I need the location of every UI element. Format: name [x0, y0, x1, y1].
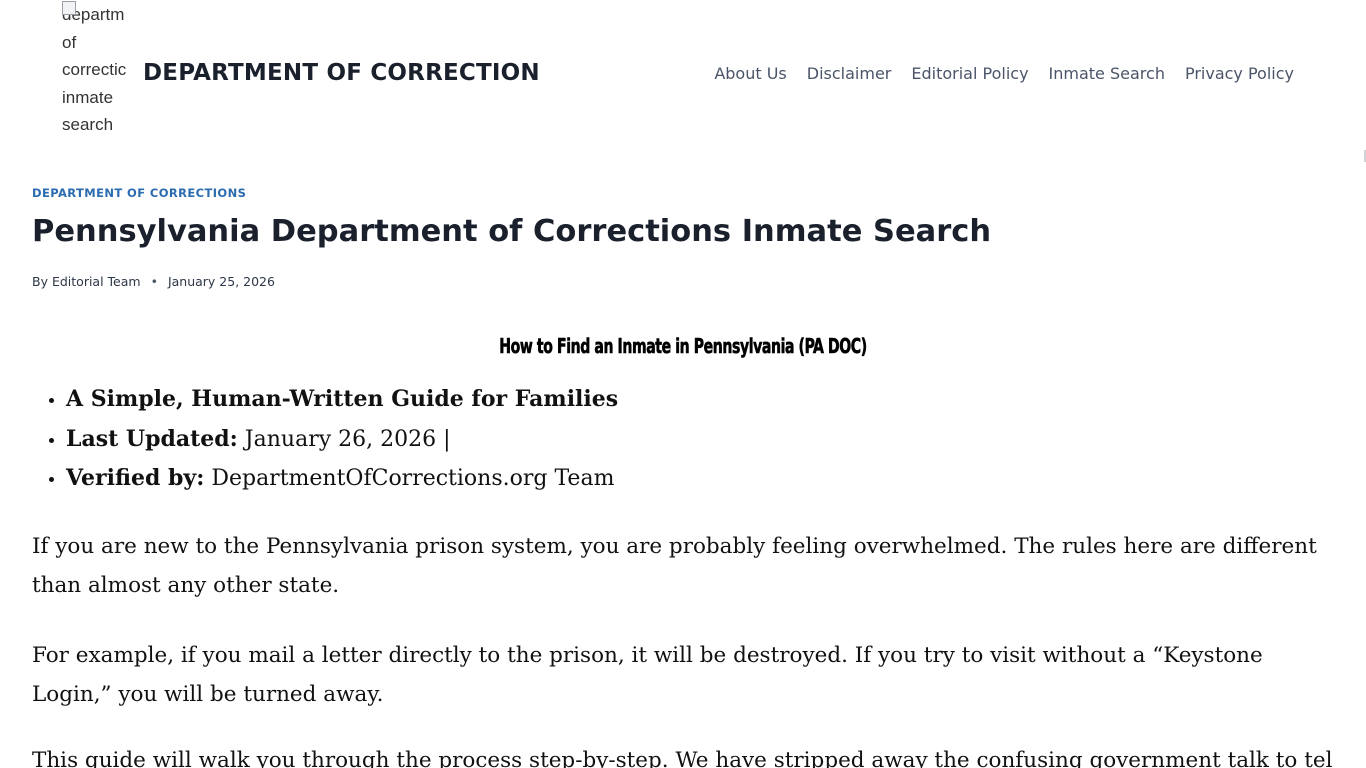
nav-privacy-policy[interactable]: Privacy Policy — [1185, 64, 1294, 83]
list-item-text: DepartmentOfCorrections.org Team — [204, 466, 615, 491]
logo-alt-line: search — [62, 115, 114, 134]
site-logo[interactable]: departm of correctic inmate search — [62, 1, 128, 139]
publish-date: January 25, 2026 — [167, 274, 275, 289]
meta-separator: • — [150, 274, 158, 289]
site-title-link[interactable]: DEPARTMENT OF CORRECTION — [143, 60, 540, 86]
body-paragraph: For example, if you mail a letter direct… — [32, 643, 1263, 707]
logo-alt-line: inmate — [62, 87, 114, 107]
list-item: A Simple, Human-Written Guide for Famili… — [66, 380, 618, 420]
list-item: Verified by: DepartmentOfCorrections.org… — [66, 459, 618, 499]
author-link[interactable]: Editorial Team — [52, 274, 141, 289]
list-item-text: January 26, 2026 | — [237, 426, 451, 452]
body-paragraph: This guide will walk you through the pro… — [32, 748, 1332, 768]
site-header: departm of correctic inmate search DEPAR… — [0, 0, 1366, 160]
list-item: Last Updated: January 26, 2026 | — [66, 420, 618, 460]
logo-alt-line: of — [62, 32, 77, 52]
article-title: Pennsylvania Department of Corrections I… — [32, 214, 992, 249]
info-list: A Simple, Human-Written Guide for Famili… — [66, 380, 618, 499]
list-item-bold: A Simple, Human-Written Guide for Famili… — [66, 386, 619, 412]
nav-about-us[interactable]: About Us — [714, 64, 786, 83]
nav-inmate-search[interactable]: Inmate Search — [1049, 64, 1165, 83]
body-paragraph: If you are new to the Pennsylvania priso… — [32, 534, 1317, 598]
guide-heading: How to Find an Inmate in Pennsylvania (P… — [499, 334, 867, 359]
category-link[interactable]: DEPARTMENT OF CORRECTIONS — [32, 186, 246, 200]
article-meta: By Editorial Team • January 25, 2026 — [32, 274, 275, 289]
primary-navigation: About Us Disclaimer Editorial Policy Inm… — [714, 64, 1294, 83]
broken-image-icon — [62, 1, 76, 15]
nav-disclaimer[interactable]: Disclaimer — [807, 64, 892, 83]
nav-editorial-policy[interactable]: Editorial Policy — [911, 64, 1028, 83]
byline-prefix: By — [32, 274, 48, 289]
logo-alt-line: correctic — [62, 60, 127, 79]
list-item-bold: Verified by: — [66, 465, 205, 491]
list-item-bold: Last Updated: — [66, 425, 238, 452]
